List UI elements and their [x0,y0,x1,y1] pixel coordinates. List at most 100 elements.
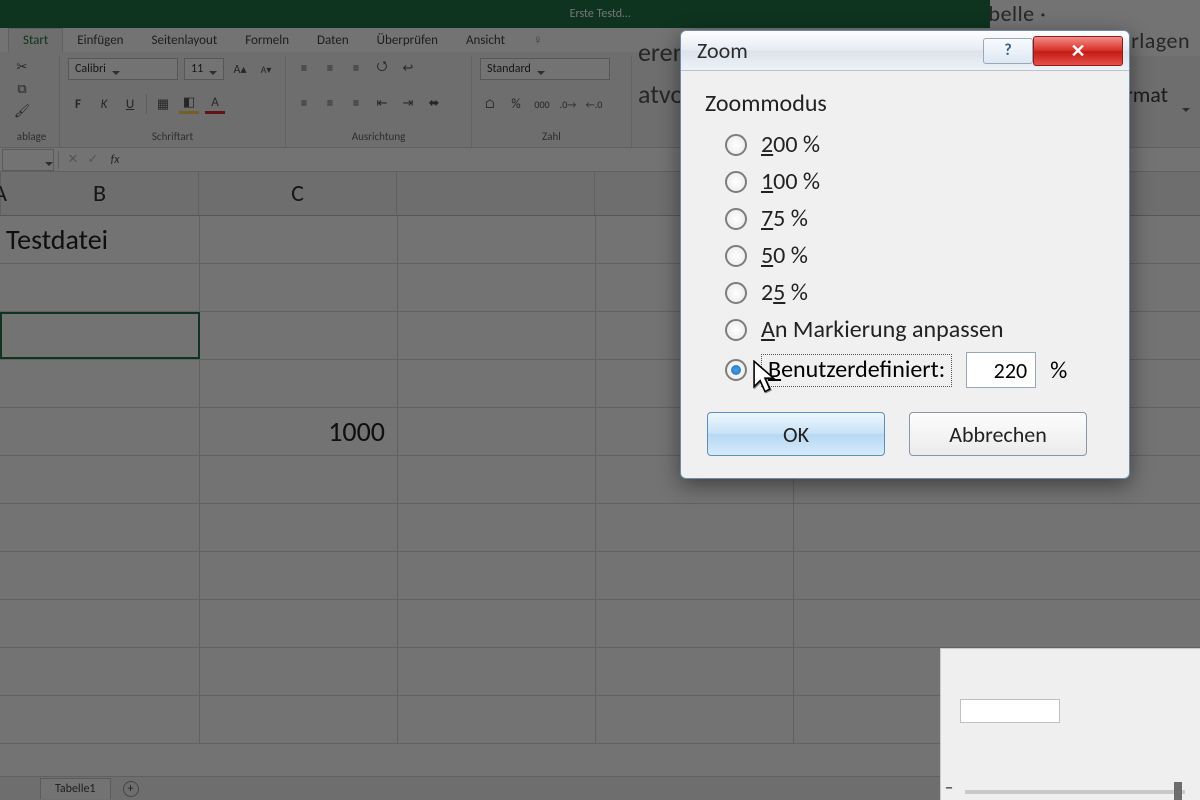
cell-d11[interactable] [596,696,794,743]
tab-formulas[interactable]: Formeln [231,29,303,52]
zoom-slider-track[interactable] [965,790,1185,794]
cell-c1[interactable] [398,216,596,263]
cell-b8[interactable] [200,552,398,599]
orientation-icon[interactable]: ⭯ [372,58,392,78]
percent-format-icon[interactable]: % [506,94,526,114]
underline-button[interactable]: U [120,94,140,114]
shrink-font-icon[interactable]: A▾ [256,59,276,79]
sheet-tab[interactable]: Tabelle1 [40,778,111,799]
align-left-icon[interactable]: ≡ [294,93,314,113]
cell-b6[interactable] [200,456,398,503]
cell-b1[interactable] [200,216,398,263]
cell-d10[interactable] [596,648,794,695]
cell-c7[interactable] [398,504,596,551]
scrollbar-thumb[interactable] [960,699,1060,723]
column-header-c[interactable]: C [199,172,397,215]
name-box[interactable] [2,149,54,171]
tab-start[interactable]: Start [8,28,63,52]
add-sheet-button[interactable]: + [123,781,139,797]
tell-me[interactable]: ♀ [519,28,557,52]
cancel-entry-icon[interactable]: ✕ [63,150,83,170]
tab-data[interactable]: Daten [303,29,363,52]
align-bottom-icon[interactable]: ≡ [346,58,366,78]
increase-decimal-icon[interactable]: .0→ [558,94,578,114]
zoom-out-icon[interactable]: − [945,779,953,798]
cell-b7[interactable] [200,504,398,551]
tab-insert[interactable]: Einfügen [63,29,137,52]
zoom-75-option[interactable]: 75 % [725,204,1105,233]
fill-color-icon[interactable]: ◧ [179,94,199,114]
cell-d8[interactable] [596,552,794,599]
close-button[interactable]: ✕ [1033,36,1123,66]
cell-c11[interactable] [398,696,596,743]
cancel-button[interactable]: Abbrechen [909,412,1087,456]
bold-button[interactable]: F [68,94,88,114]
cell-a6[interactable] [0,456,200,503]
cell-a7[interactable] [0,504,200,551]
cell-a8[interactable] [0,552,200,599]
cell-a10[interactable] [0,648,200,695]
number-format-combo[interactable]: Standard [480,58,610,80]
align-center-icon[interactable]: ≡ [320,93,340,113]
zoom-custom-input[interactable] [966,352,1036,388]
zoom-custom-option[interactable]: Benutzerdefiniert: % [725,352,1105,388]
cell-a4[interactable] [0,360,200,407]
help-button[interactable]: ? [983,38,1033,64]
font-color-icon[interactable]: A [205,94,225,114]
copy-icon[interactable]: ⧉ [12,80,32,98]
zoom-slider-thumb[interactable] [1174,782,1182,800]
zoom-100-option[interactable]: 100 % [725,167,1105,196]
cell-a11[interactable] [0,696,200,743]
tab-review[interactable]: Überprüfen [363,29,452,52]
cell-a5[interactable] [0,408,200,455]
cell-a1[interactable]: Testdatei [0,216,200,263]
tab-pagelayout[interactable]: Seitenlayout [138,29,232,52]
format-painter-icon[interactable]: 🖌 [12,102,32,120]
accept-entry-icon[interactable]: ✓ [83,150,103,170]
indent-increase-icon[interactable]: ⇥ [398,93,418,113]
wrap-text-icon[interactable]: ↩ [398,58,418,78]
column-header-d[interactable] [397,172,595,215]
font-name-combo[interactable]: Calibri [68,58,178,80]
cell-c9[interactable] [398,600,596,647]
cell-c2[interactable] [398,264,596,311]
cell-c4[interactable] [398,360,596,407]
borders-icon[interactable]: ▦ [153,94,173,114]
dialog-titlebar[interactable]: Zoom ? ✕ [681,31,1129,71]
cell-b2[interactable] [200,264,398,311]
cut-icon[interactable]: ✂ [12,58,32,76]
merge-icon[interactable]: ⬌ [424,93,444,113]
tab-view[interactable]: Ansicht [452,29,519,52]
zoom-fit-selection-option[interactable]: An Markierung anpassen [725,315,1105,344]
cell-c3[interactable] [398,312,596,359]
insert-function-button[interactable]: fx [103,153,127,167]
cell-c10[interactable] [398,648,596,695]
cell-c5[interactable] [398,408,596,455]
align-middle-icon[interactable]: ≡ [320,58,340,78]
decrease-decimal-icon[interactable]: ←.0 [584,94,604,114]
zoom-25-option[interactable]: 25 % [725,278,1105,307]
zoom-50-option[interactable]: 50 % [725,241,1105,270]
cell-a2[interactable] [0,264,200,311]
cell-a9[interactable] [0,600,200,647]
cell-b3[interactable] [200,312,398,359]
cell-b10[interactable] [200,648,398,695]
font-size-combo[interactable]: 11 [184,58,224,80]
cell-d7[interactable] [596,504,794,551]
italic-button[interactable]: K [94,94,114,114]
comma-format-icon[interactable]: 000 [532,94,552,114]
cell-b5[interactable]: 1000 [200,408,398,455]
indent-decrease-icon[interactable]: ⇤ [372,93,392,113]
cell-a3-selected[interactable] [0,312,200,359]
cell-c6[interactable] [398,456,596,503]
align-top-icon[interactable]: ≡ [294,58,314,78]
cell-d9[interactable] [596,600,794,647]
cell-b9[interactable] [200,600,398,647]
cell-c8[interactable] [398,552,596,599]
align-right-icon[interactable]: ≡ [346,93,366,113]
accounting-format-icon[interactable]: ⌂ [480,94,500,114]
zoom-200-option[interactable]: 200 % [725,130,1105,159]
grow-font-icon[interactable]: A▴ [230,59,250,79]
ok-button[interactable]: OK [707,412,885,456]
column-header-b[interactable]: B [1,172,199,215]
